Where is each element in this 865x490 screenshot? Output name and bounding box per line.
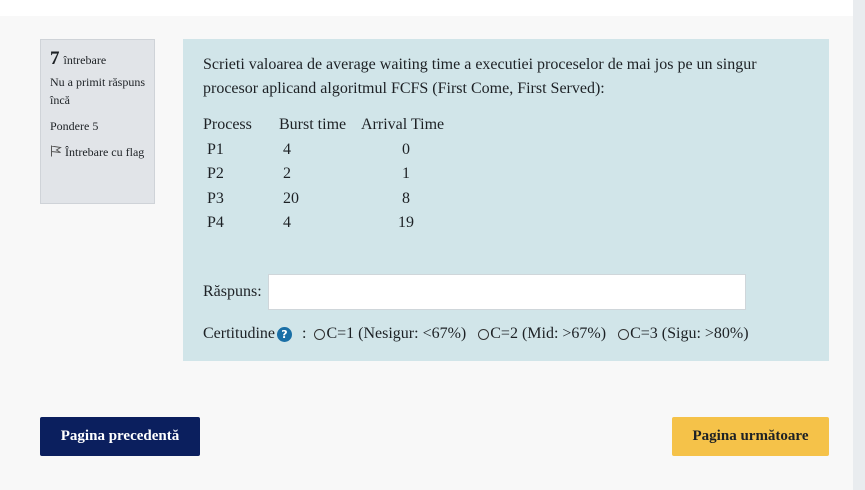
table-cell: P3	[207, 189, 224, 207]
table-header: Arrival Time	[361, 116, 445, 134]
question-status: Nu a primit răspuns încă	[50, 75, 145, 107]
question-info-panel: 7 întrebare Nu a primit răspuns încă Pon…	[40, 39, 155, 204]
table-row: P1 4 0	[203, 138, 451, 163]
table-header: Burst time	[279, 116, 347, 134]
table-cell: 1	[402, 165, 410, 183]
table-cell: 4	[283, 140, 291, 158]
flag-question-link[interactable]: Întrebare cu flag	[50, 143, 145, 161]
top-strip	[0, 0, 853, 16]
certainty-row: Certitudine ? : C=1 (Nesigur: <67%) C=2 …	[203, 322, 761, 346]
table-cell: 2	[283, 165, 291, 183]
table-row: P4 4 19	[203, 211, 451, 236]
certainty-option-label: C=1 (Nesigur: <67%)	[326, 325, 467, 342]
previous-page-button[interactable]: Pagina precedentă	[40, 417, 200, 456]
table-cell: 8	[402, 189, 410, 207]
next-page-button[interactable]: Pagina următoare	[672, 417, 829, 456]
radio-button[interactable]	[478, 328, 490, 340]
question-number-label: întrebare	[63, 53, 107, 67]
answer-label: Răspuns:	[203, 283, 262, 300]
question-number: 7 întrebare	[50, 48, 145, 69]
certainty-option-1[interactable]: C=1 (Nesigur: <67%)	[314, 322, 466, 346]
table-cell: P4	[207, 214, 224, 232]
radio-button[interactable]	[618, 328, 630, 340]
question-number-value: 7	[50, 48, 60, 69]
certainty-option-3[interactable]: C=3 (Sigu: >80%)	[618, 322, 749, 346]
table-cell: P1	[207, 140, 224, 158]
table-cell: 4	[283, 214, 291, 232]
table-cell: P2	[207, 165, 224, 183]
answer-row: Răspuns:	[203, 274, 746, 310]
question-circle-icon[interactable]: ?	[276, 326, 292, 342]
flag-question-label: Întrebare cu flag	[65, 145, 145, 159]
question-grade: Pondere 5	[50, 119, 99, 133]
flag-outline-icon	[50, 144, 62, 157]
certainty-option-label: C=3 (Sigu: >80%)	[630, 325, 749, 342]
table-header-row: Process Burst time Arrival Time	[203, 113, 451, 138]
table-row: P3 20 8	[203, 187, 451, 212]
table-cell: 0	[402, 140, 410, 158]
certainty-label: Certitudine	[203, 325, 275, 342]
process-table: Process Burst time Arrival Time P1 4 0 P…	[203, 113, 451, 236]
question-content: Scrieti valoarea de average waiting time…	[183, 39, 829, 361]
certainty-option-2[interactable]: C=2 (Mid: >67%)	[478, 322, 606, 346]
question-text: Scrieti valoarea de average waiting time…	[203, 56, 757, 97]
table-cell: 20	[283, 189, 299, 207]
radio-button[interactable]	[314, 328, 326, 340]
certainty-separator: :	[301, 325, 307, 342]
table-row: P2 2 1	[203, 162, 451, 187]
certainty-option-label: C=2 (Mid: >67%)	[490, 325, 607, 342]
table-cell: 19	[398, 214, 414, 232]
table-header: Process	[203, 116, 252, 134]
answer-input[interactable]	[267, 274, 746, 310]
